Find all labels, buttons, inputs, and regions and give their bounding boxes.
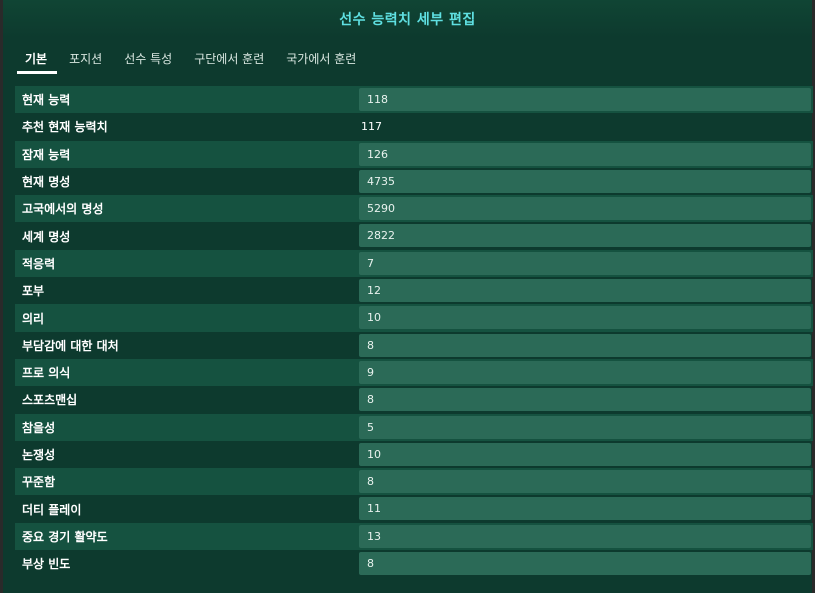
attribute-value-field[interactable]: 4735 [359,169,811,193]
attribute-label: 스포츠맨십 [22,393,78,408]
attribute-label: 참을성 [22,420,56,435]
attribute-value-field[interactable]: 8 [359,470,811,494]
tab-bar: 기본 포지션 선수 특성 구단에서 훈련 국가에서 훈련 [15,48,368,74]
attribute-value-field[interactable]: 5 [359,415,811,439]
attribute-row: 프로 의식 9 [15,358,813,387]
attribute-value-field[interactable]: 126 [359,142,811,166]
attribute-row: 부담감에 대한 대처 8 [15,332,813,359]
attribute-value-field[interactable]: 7 [359,251,811,275]
attribute-label: 부담감에 대한 대처 [22,338,119,353]
attribute-row: 의리 10 [15,304,813,332]
attribute-row: 현재 능력 118 [15,86,813,114]
attribute-label: 잠재 능력 [22,147,71,162]
attribute-label: 세계 명성 [22,229,71,244]
title-bar: 선수 능력치 세부 편집 [3,0,812,38]
attribute-label: 적응력 [22,256,56,271]
attribute-label: 의리 [22,311,45,326]
attribute-value-field[interactable]: 12 [359,279,811,303]
attribute-row: 추천 현재 능력치 117 [15,113,813,140]
tab-positions[interactable]: 포지션 [59,48,114,74]
attribute-row: 고국에서의 명성 5290 [15,195,813,223]
attribute-row: 잠재 능력 126 [15,140,813,168]
attribute-value-readonly: 117 [361,120,382,134]
attribute-row: 포부 12 [15,277,813,304]
attribute-label: 현재 능력 [22,93,71,108]
tab-player-traits[interactable]: 선수 특성 [114,48,184,74]
attribute-label: 고국에서의 명성 [22,202,104,217]
window-title: 선수 능력치 세부 편집 [339,12,476,28]
attribute-label: 포부 [22,284,45,299]
attribute-label: 논쟁성 [22,448,56,462]
attribute-value-field[interactable]: 8 [359,552,811,576]
attribute-label: 프로 의식 [22,366,71,381]
attribute-value-field[interactable]: 2822 [359,224,811,248]
editor-window: 선수 능력치 세부 편집 기본 포지션 선수 특성 구단에서 훈련 국가에서 훈… [0,0,815,593]
tab-national-training[interactable]: 국가에서 훈련 [276,48,368,74]
attribute-label: 현재 명성 [22,175,71,190]
attribute-label: 부상 빈도 [22,557,71,572]
attribute-row: 부상 빈도 8 [15,550,813,577]
attribute-value-field[interactable]: 13 [359,524,811,548]
attribute-row: 세계 명성 2822 [15,222,813,249]
attribute-label: 중요 경기 활약도 [22,529,108,544]
tab-basic[interactable]: 기본 [15,48,59,74]
attribute-value-field[interactable]: 10 [359,306,811,330]
attribute-value-field[interactable]: 11 [359,497,811,521]
attribute-row: 논쟁성 10 [15,441,813,468]
attribute-row: 중요 경기 활약도 13 [15,522,813,551]
attribute-value-field[interactable]: 10 [359,442,811,466]
attribute-row: 꾸준함 8 [15,468,813,496]
attribute-label: 꾸준함 [22,475,56,490]
attribute-row: 스포츠맨십 8 [15,386,813,413]
attribute-list: 현재 능력 118 추천 현재 능력치 117 잠재 능력 126 현재 명성 4735 고국에… [15,86,813,577]
attribute-value-field[interactable]: 8 [359,333,811,357]
attribute-row: 현재 명성 4735 [15,168,813,195]
attribute-value-field[interactable]: 118 [359,88,811,111]
attribute-row: 더티 플레이 11 [15,495,813,522]
attribute-label: 더티 플레이 [22,502,82,517]
attribute-value-field[interactable]: 8 [359,388,811,412]
attribute-label: 추천 현재 능력치 [22,120,108,135]
attribute-row: 적응력 7 [15,249,813,278]
attribute-value-field[interactable]: 5290 [359,197,811,221]
attribute-value-field[interactable]: 9 [359,360,811,384]
attribute-row: 참을성 5 [15,413,813,441]
tab-club-training[interactable]: 구단에서 훈련 [184,48,276,74]
